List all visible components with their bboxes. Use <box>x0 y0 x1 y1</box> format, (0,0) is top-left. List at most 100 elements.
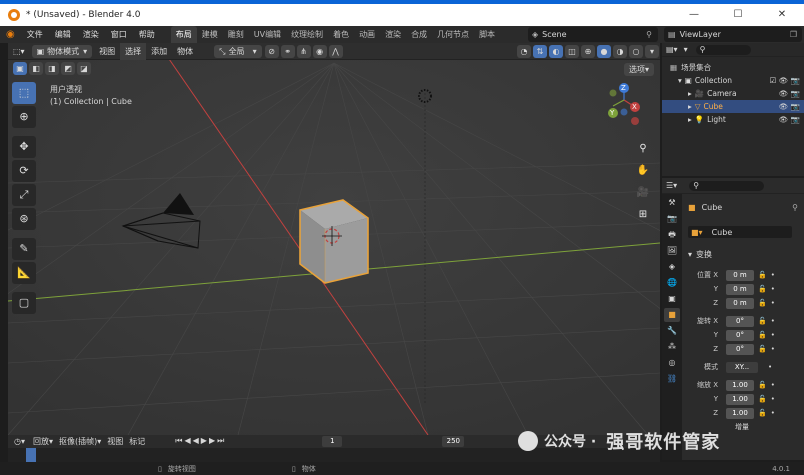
add-cube-tool-icon[interactable]: ▢ <box>12 292 36 314</box>
menu-help[interactable]: 帮助 <box>133 26 161 43</box>
maximize-button[interactable]: ☐ <box>716 4 760 26</box>
outliner-item-camera[interactable]: ▸ 🎥 Camera 👁 📷 <box>662 87 804 100</box>
minimize-button[interactable]: — <box>672 4 716 26</box>
outliner-editor-icon[interactable]: ▤▾ <box>666 45 678 54</box>
lock-icon[interactable]: 🔓 <box>758 271 767 279</box>
gizmo-x-label[interactable]: X <box>632 103 637 111</box>
keyframe-dot-icon[interactable]: • <box>771 299 775 307</box>
modifier-tab-icon[interactable]: 🔧 <box>664 324 680 338</box>
keyframe-dot-icon[interactable]: • <box>771 409 775 417</box>
lock-icon[interactable]: 🔓 <box>758 285 767 293</box>
measure-tool-icon[interactable]: 📐 <box>12 262 36 284</box>
tab-compositing[interactable]: 合成 <box>406 26 432 43</box>
xray-icon[interactable]: ◫ <box>565 44 579 58</box>
camera-view-icon[interactable]: 🎥 <box>634 184 652 202</box>
object-data-field[interactable]: ■▾ Cube <box>688 226 792 238</box>
pin-icon[interactable]: ⚲ <box>646 30 652 39</box>
expand-icon[interactable]: ▸ <box>688 113 692 126</box>
collection-tab-icon[interactable]: ▣ <box>664 292 680 306</box>
expand-icon[interactable]: ▸ <box>688 100 692 113</box>
render-shading-icon[interactable]: ○ <box>629 44 643 58</box>
zoom-icon[interactable]: ⚲ <box>634 140 652 158</box>
tab-scripting[interactable]: 脚本 <box>474 26 500 43</box>
physics-tab-icon[interactable]: ◎ <box>664 356 680 370</box>
tab-uv-editing[interactable]: UV编辑 <box>249 26 286 43</box>
snap-target-icon[interactable]: ⋔ <box>296 44 311 58</box>
lock-icon[interactable]: 🔓 <box>758 409 767 417</box>
view-layer-tab-icon[interactable]: 🖼 <box>664 244 680 258</box>
timeline-view-menu[interactable]: 视图 <box>107 436 123 447</box>
tab-modeling[interactable]: 建模 <box>197 26 223 43</box>
keying-menu[interactable]: 抠像(插帧) <box>59 436 97 447</box>
transform-tool-icon[interactable]: ⊛ <box>12 208 36 230</box>
snap-icon[interactable]: ⚭ <box>280 44 295 58</box>
select-subtract-icon[interactable]: ◨ <box>45 62 59 75</box>
filter-icon[interactable]: ▾ <box>684 45 688 54</box>
keyframe-dot-icon[interactable]: • <box>771 271 775 279</box>
world-tab-icon[interactable]: 🌐 <box>664 276 680 290</box>
keyframe-dot-icon[interactable]: • <box>771 345 775 353</box>
tab-layout[interactable]: 布局 <box>170 26 197 43</box>
outliner-item-light[interactable]: ▸ 💡 Light 👁 📷 <box>662 113 804 126</box>
tab-geometry-nodes[interactable]: 几何节点 <box>432 26 474 43</box>
perspective-toggle-icon[interactable]: ⊞ <box>634 206 652 224</box>
rotation-x-field[interactable]: 0° <box>726 315 754 327</box>
tab-sculpting[interactable]: 雕刻 <box>223 26 249 43</box>
tab-shading[interactable]: 着色 <box>328 26 354 43</box>
menu-edit[interactable]: 编辑 <box>49 26 77 43</box>
marker-menu[interactable]: 标记 <box>129 436 145 447</box>
timeline-editor-icon[interactable]: ◷▾ <box>14 437 25 446</box>
outliner-scene-collection[interactable]: ▦ 场景集合 <box>662 61 804 74</box>
cube-toggles[interactable]: 👁 📷 <box>779 100 800 113</box>
menu-file[interactable]: 文件 <box>21 26 49 43</box>
gizmo-z-label[interactable]: Z <box>621 84 626 92</box>
close-button[interactable]: ✕ <box>760 4 804 26</box>
pivot-icon[interactable]: ⊘ <box>264 44 279 58</box>
scene-tab-icon[interactable]: ◈ <box>664 260 680 274</box>
tool-tab-icon[interactable]: ⚒ <box>664 196 680 210</box>
output-tab-icon[interactable]: 🖶 <box>664 228 680 242</box>
camera-toggles[interactable]: 👁 📷 <box>779 87 800 100</box>
select-intersect-icon[interactable]: ◪ <box>77 62 91 75</box>
overlay-icon[interactable]: ◐ <box>549 44 563 58</box>
menu-render[interactable]: 渲染 <box>77 26 105 43</box>
menu-add[interactable]: 添加 <box>146 43 172 60</box>
tab-texture-paint[interactable]: 纹理绘制 <box>286 26 328 43</box>
particles-tab-icon[interactable]: ⁂ <box>664 340 680 354</box>
playback-menu[interactable]: 回放 <box>33 436 49 447</box>
select-new-icon[interactable]: ▣ <box>13 62 27 75</box>
annotate-tool-icon[interactable]: ✎ <box>12 238 36 260</box>
transform-orientation-dropdown[interactable]: ⤡ 全局 ▾ <box>214 44 262 58</box>
lock-icon[interactable]: 🔓 <box>758 345 767 353</box>
menu-object[interactable]: 物体 <box>172 43 198 60</box>
properties-editor-icon[interactable]: ☰▾ <box>666 181 677 190</box>
blender-menu-icon[interactable]: ◉ <box>0 26 21 43</box>
playback-controls[interactable]: ⏮◀◀▶▶⏭ <box>175 436 226 446</box>
outliner-collection[interactable]: ▾ ▣ Collection ☑ 👁 📷 <box>662 74 804 87</box>
select-invert-icon[interactable]: ◩ <box>61 62 75 75</box>
location-z-field[interactable]: 0 m <box>726 297 754 309</box>
scale-tool-icon[interactable]: ⤢ <box>12 184 36 206</box>
rotation-z-field[interactable]: 0° <box>726 343 754 355</box>
lock-icon[interactable]: 🔓 <box>758 395 767 403</box>
constraints-tab-icon[interactable]: ⛓ <box>664 372 680 386</box>
scale-z-field[interactable]: 1.00 <box>726 407 754 419</box>
scene-selector[interactable]: ◈ Scene ⚲ <box>528 27 658 42</box>
rotation-mode-dropdown[interactable]: XY... <box>726 361 758 373</box>
outliner-item-cube[interactable]: ▸ ▽ Cube 👁 📷 <box>662 100 804 113</box>
proportional-edit-icon[interactable]: ◉ <box>312 44 327 58</box>
viewlayer-selector[interactable]: ▤ ViewLayer ❐ <box>664 27 802 42</box>
menu-select[interactable]: 选择 <box>120 42 147 60</box>
tab-animation[interactable]: 动画 <box>354 26 380 43</box>
mode-dropdown[interactable]: ▣ 物体模式 ▾ <box>31 44 93 58</box>
current-frame-field[interactable]: 1 <box>322 435 343 447</box>
falloff-icon[interactable]: ⋀ <box>328 44 343 58</box>
tab-rendering[interactable]: 渲染 <box>380 26 406 43</box>
scale-y-field[interactable]: 1.00 <box>726 393 754 405</box>
playhead[interactable] <box>26 448 36 463</box>
copy-icon[interactable]: ❐ <box>790 30 797 39</box>
menu-window[interactable]: 窗口 <box>105 26 133 43</box>
transform-section-header[interactable]: ▾ 变换 <box>688 249 712 260</box>
keyframe-dot-icon[interactable]: • <box>768 363 772 371</box>
location-y-field[interactable]: 0 m <box>726 283 754 295</box>
